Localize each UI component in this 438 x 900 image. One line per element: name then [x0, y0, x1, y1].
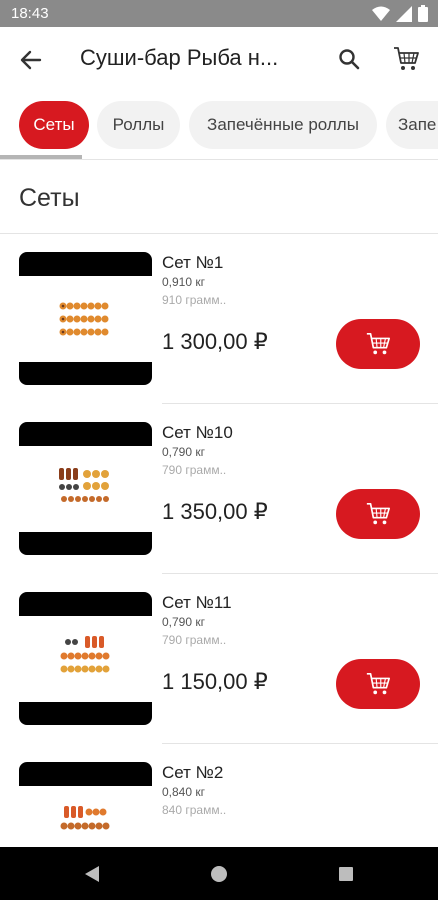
circle-home-icon — [211, 866, 227, 882]
product-weight: 0,790 кг — [162, 445, 205, 459]
cart-icon — [366, 502, 390, 525]
battery-icon — [418, 5, 428, 27]
product-name: Сет №2 — [162, 763, 224, 782]
search-button[interactable] — [333, 43, 365, 75]
product-card[interactable]: Сет №2 0,840 кг 840 грамм.. — [0, 744, 438, 847]
tab-next[interactable]: Запе — [386, 101, 438, 149]
cart-button[interactable] — [388, 41, 424, 77]
page-title: Суши-бар Рыба н... — [80, 45, 279, 70]
product-price: 1 150,00 ₽ — [162, 669, 268, 694]
category-tabs: Сеты Роллы Запечённые роллы Запе — [0, 93, 438, 159]
search-icon — [339, 49, 360, 70]
status-bar: 18:43 — [0, 0, 438, 27]
product-weight: 0,790 кг — [162, 615, 205, 629]
nav-back-button[interactable] — [80, 862, 104, 886]
product-description: 910 грамм.. — [162, 293, 227, 307]
back-button[interactable] — [14, 43, 48, 77]
product-image — [19, 762, 152, 847]
product-weight: 0,910 кг — [162, 275, 205, 289]
arrow-back-icon — [20, 50, 42, 70]
tab-rolls[interactable]: Роллы — [97, 101, 180, 149]
product-card[interactable]: Сет №1 0,910 кг 910 грамм.. 1 300,00 ₽ — [0, 234, 438, 404]
divider — [0, 159, 438, 160]
product-description: 790 грамм.. — [162, 633, 227, 647]
app-bar: Суши-бар Рыба н... — [0, 27, 438, 93]
tab-sets[interactable]: Сеты — [19, 101, 89, 149]
product-weight: 0,840 кг — [162, 785, 205, 799]
signal-icon — [396, 5, 412, 27]
wifi-icon — [372, 6, 390, 27]
add-to-cart-button[interactable] — [336, 659, 420, 709]
status-icons — [372, 5, 428, 27]
product-price: 1 300,00 ₽ — [162, 329, 268, 354]
product-image — [19, 252, 152, 385]
nav-home-button[interactable] — [207, 862, 231, 886]
square-recents-icon — [339, 867, 353, 881]
add-to-cart-button[interactable] — [336, 319, 420, 369]
triangle-back-icon — [85, 866, 99, 882]
product-image — [19, 422, 152, 555]
product-card[interactable]: Сет №11 0,790 кг 790 грамм.. 1 150,00 ₽ — [0, 574, 438, 744]
status-time: 18:43 — [11, 5, 49, 22]
product-image — [19, 592, 152, 725]
cart-icon — [394, 47, 419, 70]
product-card[interactable]: Сет №10 0,790 кг 790 грамм.. 1 350,00 ₽ — [0, 404, 438, 574]
navigation-bar — [0, 847, 438, 900]
add-to-cart-button[interactable] — [336, 489, 420, 539]
section-title: Сеты — [19, 184, 80, 212]
cart-icon — [366, 672, 390, 695]
product-price: 1 350,00 ₽ — [162, 499, 268, 524]
product-name: Сет №11 — [162, 593, 232, 612]
tab-baked-rolls[interactable]: Запечённые роллы — [189, 101, 377, 149]
product-name: Сет №1 — [162, 253, 224, 272]
nav-recents-button[interactable] — [334, 862, 358, 886]
product-name: Сет №10 — [162, 423, 233, 442]
cart-icon — [366, 332, 390, 355]
product-description: 840 грамм.. — [162, 803, 227, 817]
product-description: 790 грамм.. — [162, 463, 227, 477]
